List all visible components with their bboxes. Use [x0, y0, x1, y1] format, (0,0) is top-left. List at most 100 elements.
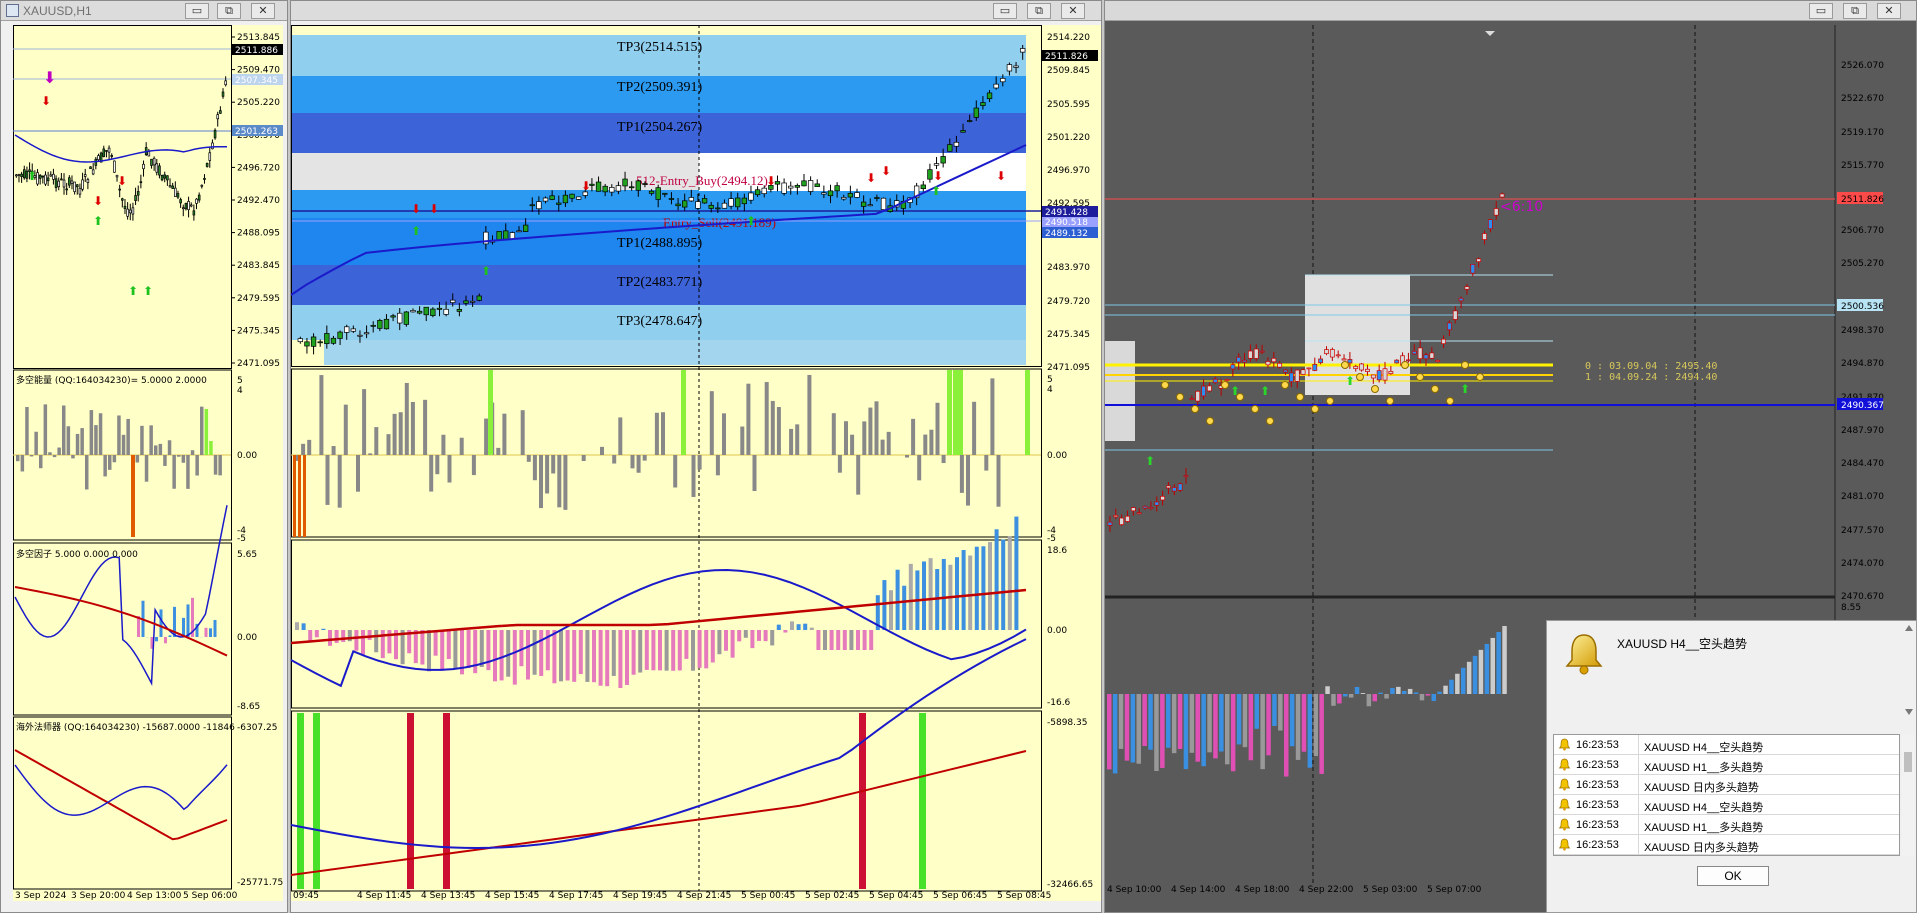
candle — [1329, 349, 1335, 358]
minimize-button[interactable]: ▭ — [993, 3, 1017, 19]
histogram-bar — [1472, 655, 1478, 694]
entry-sell-label: Entry_Sell(2491.189) — [663, 215, 776, 230]
left-chart-canvas[interactable]: 2513.8452509.4702505.2202500.9702496.720… — [13, 25, 283, 901]
histogram-bar — [20, 455, 25, 472]
histogram-bar — [710, 630, 715, 663]
candle — [73, 181, 76, 193]
candle — [436, 307, 443, 310]
alert-row[interactable]: 16:23:53 XAUUSD H1__多头趋势 — [1554, 755, 1899, 775]
candle — [788, 185, 794, 189]
restore-button[interactable]: ⧉ — [1027, 3, 1051, 19]
candle — [947, 144, 953, 152]
candle — [17, 174, 21, 176]
histogram-bar — [85, 455, 89, 490]
candle — [142, 163, 145, 170]
candle — [403, 311, 410, 325]
minimize-button[interactable]: ▭ — [1809, 3, 1833, 19]
middle-window-titlebar[interactable]: ▭ ⧉ ✕ — [291, 1, 1101, 21]
candle — [1142, 505, 1148, 509]
candle — [1224, 379, 1230, 381]
histogram-bar — [374, 630, 379, 653]
left-window-title: XAUUSD,H1 — [23, 4, 92, 18]
close-button[interactable]: ✕ — [1061, 3, 1085, 19]
histogram-bar — [605, 630, 610, 687]
histogram-bar-highlight — [293, 455, 296, 537]
histogram-bar — [1490, 637, 1495, 694]
histogram-bar-highlight — [1025, 370, 1030, 455]
candle — [304, 341, 310, 347]
restore-button[interactable]: ⧉ — [217, 3, 241, 19]
histogram-bar — [71, 455, 75, 459]
histogram-bar — [387, 630, 392, 654]
histogram-bar-highlight — [953, 370, 958, 455]
middle-chart-canvas[interactable]: TP3(2514.515) TP2(2509.391) TP1(2504.267) T… — [291, 25, 1102, 901]
histogram-bar — [697, 455, 702, 470]
ok-button[interactable]: OK — [1697, 866, 1769, 886]
close-button[interactable]: ✕ — [1877, 3, 1901, 19]
minimize-button[interactable]: ▭ — [185, 3, 209, 19]
price-tick-label: 2511.826 — [1841, 195, 1884, 205]
histogram-bar — [356, 455, 360, 492]
histogram-bar — [1266, 694, 1271, 756]
candle — [1230, 364, 1236, 370]
candle — [450, 299, 456, 303]
candle — [629, 186, 635, 189]
alert-row[interactable]: 16:23:53 XAUUSD H4__空头趋势 — [1554, 735, 1899, 755]
histogram-bar — [195, 455, 199, 476]
histogram-bar — [922, 561, 926, 630]
histogram-bar — [856, 630, 860, 650]
alert-row[interactable]: 16:23:53 XAUUSD H1__多头趋势 — [1554, 815, 1899, 835]
time-tick-label: 5 Sep 04:45 — [869, 891, 923, 901]
histogram-bar — [717, 630, 722, 655]
histogram-bar — [1478, 649, 1484, 694]
histogram-bar — [331, 446, 336, 455]
histogram-bar — [496, 447, 501, 455]
left-window-titlebar[interactable]: XAUUSD,H1 ▭ ⧉ ✕ — [1, 1, 287, 21]
alert-list-scrollbar[interactable] — [1902, 734, 1914, 856]
alert-row[interactable]: 16:23:53 XAUUSD 日内多头趋势 — [1554, 775, 1899, 795]
histogram-bar — [697, 630, 702, 668]
time-tick-label: 4 Sep 10:00 — [1107, 885, 1162, 895]
price-tick-label: 2501.220 — [1047, 133, 1090, 143]
right-window-titlebar[interactable]: ▭ ⧉ ✕ — [1105, 1, 1916, 21]
middle-chart-area[interactable]: TP3(2514.515) TP2(2509.391) TP1(2504.267) T… — [291, 25, 1102, 901]
signal-bar — [443, 713, 450, 889]
price-marker-label: 2491.428 — [1045, 208, 1088, 218]
histogram-bar — [642, 455, 647, 461]
candle — [794, 184, 801, 188]
candle — [1347, 359, 1353, 364]
histogram-bar — [671, 630, 676, 671]
restore-button[interactable]: ⧉ — [1843, 3, 1867, 19]
histogram-bar — [1354, 686, 1360, 694]
alert-row[interactable]: 16:23:53 XAUUSD H4__空头趋势 — [1554, 795, 1899, 815]
signal-bar — [297, 713, 304, 889]
histogram-bar — [928, 558, 933, 630]
price-tick-label: 2526.070 — [1841, 61, 1884, 71]
candle — [1423, 354, 1429, 360]
candle — [529, 204, 535, 207]
close-button[interactable]: ✕ — [251, 3, 275, 19]
candle — [536, 201, 542, 210]
candle — [562, 194, 569, 204]
candle — [216, 114, 220, 120]
histogram-bar — [209, 628, 212, 637]
candle — [168, 185, 172, 188]
alert-row[interactable]: 16:23:53 XAUUSD 日内多头趋势 — [1554, 835, 1899, 855]
candle — [1107, 521, 1113, 526]
histogram-bar — [691, 455, 696, 497]
candle — [1247, 350, 1253, 359]
candle — [68, 177, 71, 186]
histogram-bar — [186, 455, 190, 489]
histogram-bar — [121, 434, 126, 455]
candle — [184, 203, 188, 210]
alert-list[interactable]: 16:23:53 XAUUSD H4__空头趋势 16:23:53 XAUUSD H1… — [1553, 734, 1900, 856]
left-chart-area[interactable]: 2513.8452509.4702505.2202500.9702496.720… — [13, 25, 283, 901]
histogram-bar — [776, 624, 781, 630]
signal-marker — [1326, 397, 1334, 405]
candle — [1417, 347, 1423, 359]
alert-message: XAUUSD H1__多头趋势 — [1644, 762, 1764, 774]
candle — [1476, 258, 1482, 263]
alert-message: XAUUSD H1__多头趋势 — [1644, 822, 1764, 834]
alert-scrollbar[interactable] — [1902, 621, 1916, 721]
buy-signal-arrow: ⬇ — [43, 68, 56, 87]
